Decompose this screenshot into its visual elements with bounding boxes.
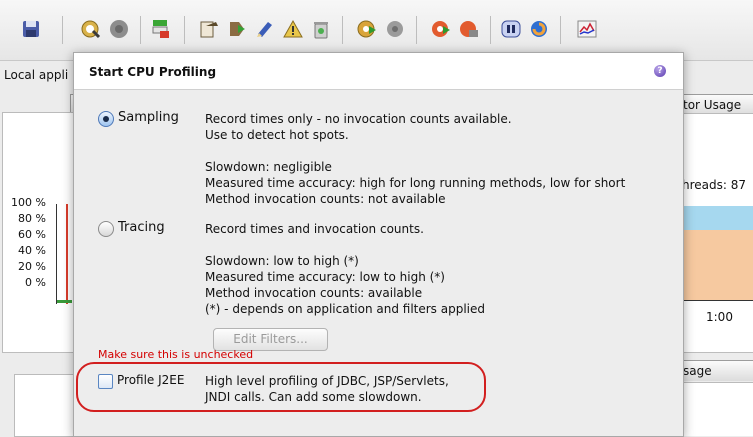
alloc-stop-icon[interactable]: [458, 18, 480, 40]
x-axis-line: [683, 300, 753, 301]
y-tick: 40 %: [18, 244, 46, 257]
description-line: Slowdown: negligible: [205, 160, 332, 174]
export-icon[interactable]: [198, 18, 220, 40]
description-line: Measured time accuracy: low to high (*): [205, 270, 445, 284]
snapshot-icon[interactable]: [108, 18, 130, 40]
tracing-description: Record times and invocation counts. Slow…: [205, 221, 485, 317]
app-title: Local appli: [4, 68, 69, 82]
cpu-series-line: [66, 204, 68, 304]
go-forward-icon[interactable]: [226, 18, 248, 40]
tab-monitor-usage[interactable]: tor Usage: [676, 94, 753, 115]
trash-icon[interactable]: [310, 18, 332, 40]
description-line: Record times and invocation counts.: [205, 222, 424, 236]
y-tick: 100 %: [11, 196, 46, 209]
alert-icon[interactable]: [282, 18, 304, 40]
threads-label: hreads: 87: [682, 178, 747, 192]
tab-usage-estimate[interactable]: sage Estima: [676, 360, 753, 398]
description-line: [205, 237, 485, 253]
lower-pane-right: [676, 382, 753, 436]
cpu-profile-stop-icon[interactable]: [384, 18, 406, 40]
pause-icon[interactable]: [500, 18, 522, 40]
gc-series-line: [57, 300, 72, 303]
save-icon[interactable]: [20, 18, 42, 40]
record-icon[interactable]: [80, 18, 102, 40]
threads-area: [683, 230, 753, 300]
help-icon[interactable]: ?: [654, 65, 666, 77]
highlight-annotation: [76, 362, 486, 412]
description-line: Record times only - no invocation counts…: [205, 112, 512, 126]
y-tick: 80 %: [18, 212, 46, 225]
y-axis-line: [56, 204, 57, 304]
alloc-start-icon[interactable]: [430, 18, 452, 40]
description-line: Method invocation counts: available: [205, 286, 423, 300]
sampling-label[interactable]: Sampling: [118, 110, 179, 125]
x-tick: 1:00: [706, 310, 733, 324]
description-line: [205, 143, 625, 159]
chart-icon[interactable]: [576, 18, 598, 40]
cpu-profile-start-icon[interactable]: [356, 18, 378, 40]
warning-annotation: Make sure this is unchecked: [98, 348, 254, 361]
y-tick: 0 %: [25, 276, 46, 289]
edit-icon[interactable]: [254, 18, 276, 40]
dialog-header: Start CPU Profiling ?: [74, 53, 683, 90]
sampling-radio[interactable]: [98, 111, 114, 127]
y-tick: 60 %: [18, 228, 46, 241]
description-line: Method invocation counts: not available: [205, 192, 446, 206]
dialog-title: Start CPU Profiling: [89, 65, 217, 79]
lower-pane-left: [14, 374, 76, 437]
tracing-label[interactable]: Tracing: [118, 220, 165, 235]
description-line: Use to detect hot spots.: [205, 128, 349, 142]
description-line: (*) - depends on application and filters…: [205, 302, 486, 316]
filter-icon[interactable]: [150, 18, 172, 40]
sampling-description: Record times only - no invocation counts…: [205, 111, 625, 207]
tracing-radio[interactable]: [98, 221, 114, 237]
refresh-icon[interactable]: [528, 18, 550, 40]
description-line: Measured time accuracy: high for long ru…: [205, 176, 626, 190]
description-line: Slowdown: low to high (*): [205, 254, 359, 268]
threads-band: [683, 206, 753, 230]
y-tick: 20 %: [18, 260, 46, 273]
